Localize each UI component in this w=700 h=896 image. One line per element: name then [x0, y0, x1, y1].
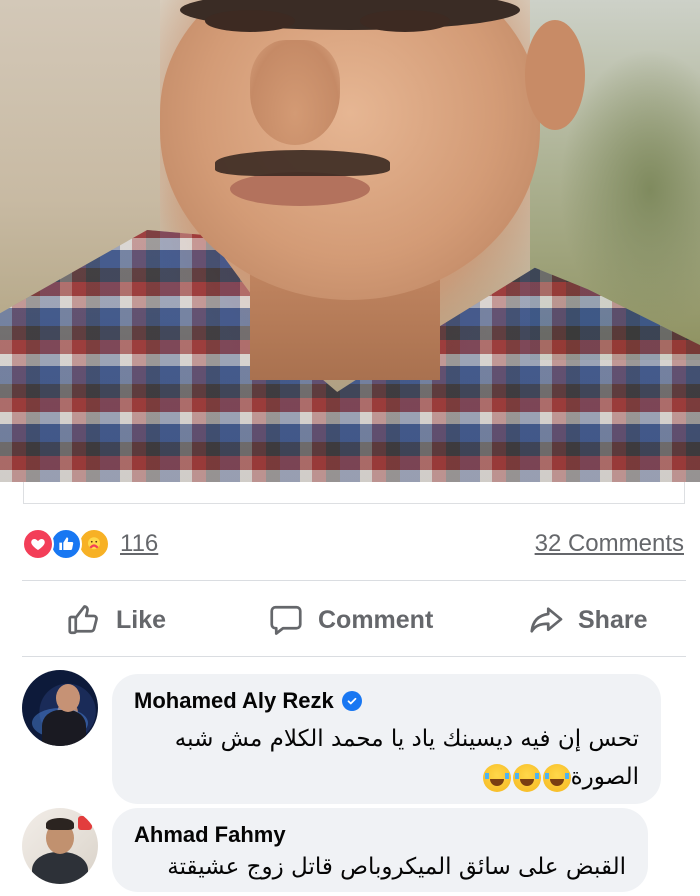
reaction-count[interactable]: 116	[120, 530, 158, 558]
avatar[interactable]	[22, 808, 98, 884]
post-stats: 116 32 Comments	[22, 522, 686, 566]
comment-bubble-icon	[270, 605, 302, 635]
face-with-tears-of-joy-icon	[482, 763, 511, 792]
thumbs-up-icon	[68, 605, 98, 635]
comment-text: القبض على سائق الميكروباص قاتل زوج عشيقت…	[167, 854, 626, 880]
post-photo[interactable]	[0, 0, 700, 482]
divider	[22, 656, 686, 657]
comment-text: تحس إن فيه ديسينك ياد يا محمد الكلام مش …	[174, 726, 639, 792]
verified-badge-icon	[341, 691, 362, 711]
like-button[interactable]: Like	[66, 598, 166, 642]
comment-bubble[interactable]: Mohamed Aly Rezk تحس إن فيه ديسينك ياد ي…	[112, 674, 661, 804]
face-with-tears-of-joy-icon	[512, 763, 541, 792]
comment-author[interactable]: Mohamed Aly Rezk	[134, 688, 639, 714]
care-icon	[78, 528, 110, 560]
comment-button[interactable]: Comment	[268, 598, 433, 642]
love-icon	[22, 528, 54, 560]
comment-author[interactable]: Ahmad Fahmy	[134, 822, 626, 848]
emoji-group	[482, 763, 571, 792]
comments-count-link[interactable]: 32 Comments	[535, 530, 684, 558]
share-arrow-icon	[530, 607, 563, 633]
comment-label: Comment	[318, 605, 434, 634]
post-action-bar: Like Comment Share	[22, 590, 686, 650]
like-icon	[50, 528, 82, 560]
face-with-tears-of-joy-icon	[542, 763, 571, 792]
share-label: Share	[578, 605, 648, 634]
like-label: Like	[116, 605, 167, 634]
divider	[22, 580, 686, 581]
share-button[interactable]: Share	[528, 598, 647, 642]
photo-mustache	[215, 150, 390, 176]
comment-bubble[interactable]: Ahmad Fahmy القبض على سائق الميكروباص قا…	[112, 808, 648, 892]
post-caption-box	[23, 482, 685, 504]
avatar[interactable]	[22, 670, 98, 746]
